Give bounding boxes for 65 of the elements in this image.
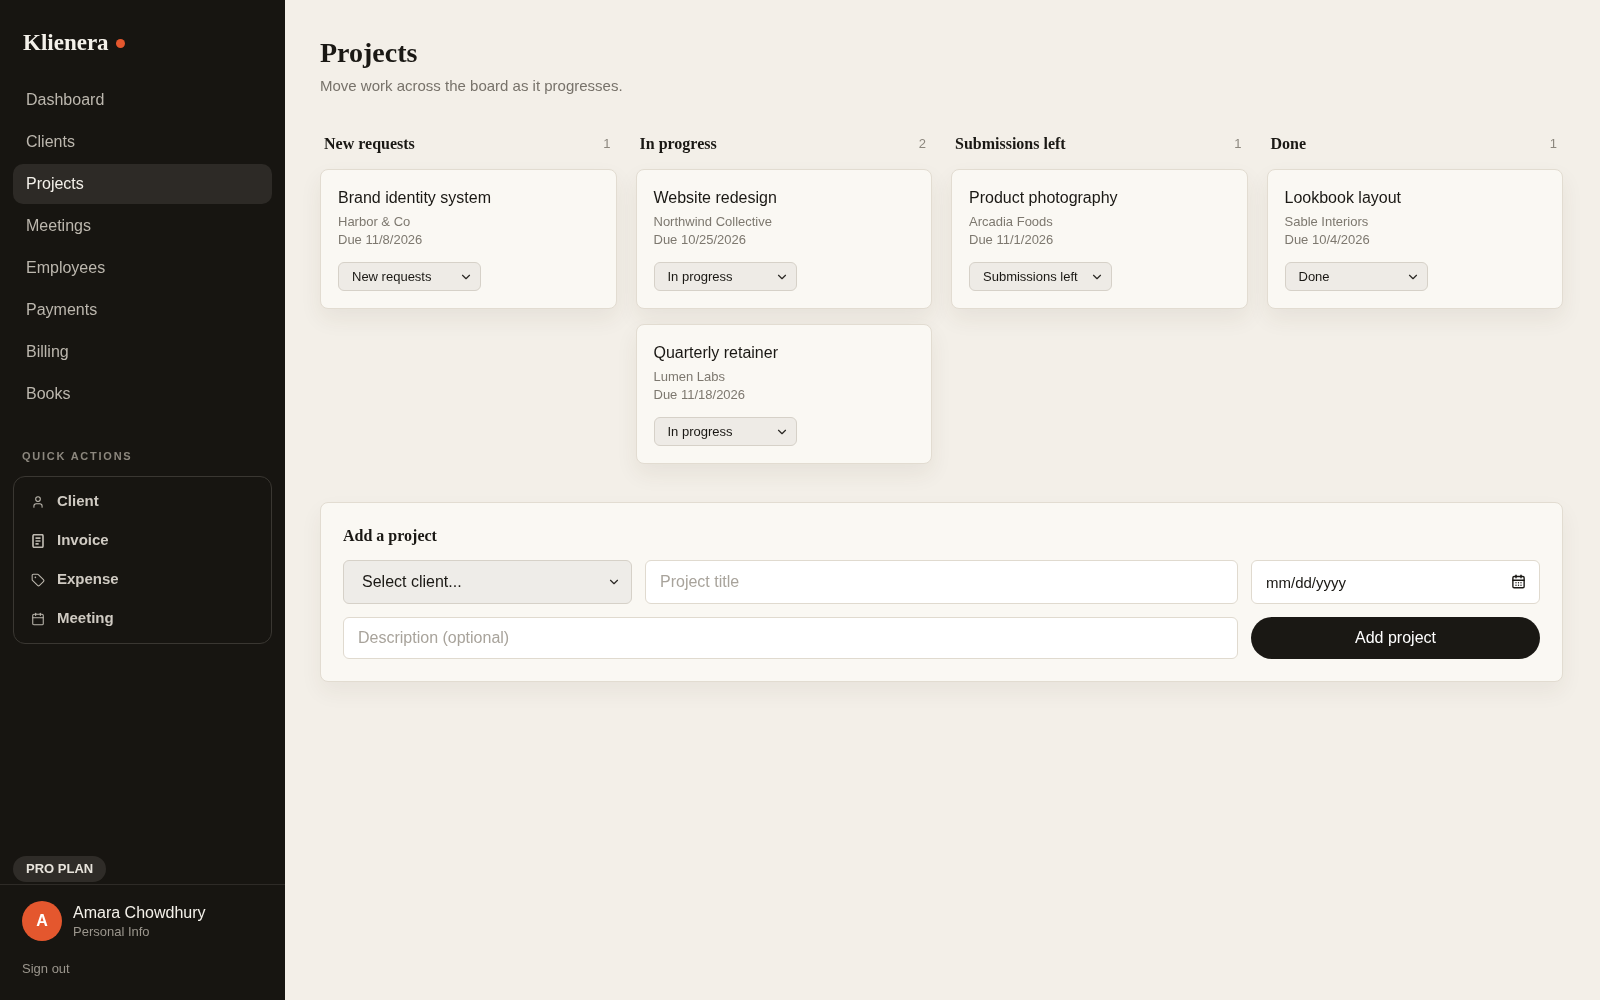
card-client: Northwind Collective bbox=[653, 213, 772, 231]
sidebar-nav-item[interactable]: Meetings bbox=[13, 206, 272, 246]
sidebar-nav-item[interactable]: Projects bbox=[13, 164, 272, 204]
avatar: A bbox=[22, 901, 62, 941]
card-client: Sable Interiors bbox=[1284, 213, 1369, 231]
card-due-date: Due 11/1/2026 bbox=[969, 231, 1054, 249]
project-card[interactable]: Website redesign Northwind Collective Due 10/25/2026 In progress bbox=[635, 169, 932, 309]
card-client: Arcadia Foods bbox=[969, 213, 1053, 231]
sidebar-nav-item[interactable]: Dashboard bbox=[13, 80, 272, 120]
sidebar-nav-item[interactable]: Books bbox=[13, 374, 272, 414]
card-due-date: Due 10/4/2026 bbox=[1284, 231, 1370, 249]
quick-action-item[interactable]: Expense bbox=[14, 560, 271, 599]
description-field[interactable]: Description (optional) bbox=[343, 617, 1238, 659]
project-title-field[interactable]: Project title bbox=[645, 560, 1238, 604]
card-title: Quarterly retainer bbox=[653, 343, 778, 363]
page-subtitle: Move work across the board as it progresses. bbox=[320, 76, 623, 96]
project-card[interactable]: Brand identity system Harbor & Co Due 11/8/2026 New requests bbox=[320, 169, 617, 309]
form-title: Add a project bbox=[343, 526, 437, 547]
column-title: New requests bbox=[324, 134, 415, 155]
card-due-date: Due 11/8/2026 bbox=[338, 231, 423, 249]
column-title: Done bbox=[1270, 134, 1307, 154]
user-subtitle[interactable]: Personal Info bbox=[73, 922, 150, 941]
status-select[interactable]: In progress bbox=[653, 417, 797, 446]
project-card[interactable]: Lookbook layout Sable Interiors Due 10/4/2026 Done bbox=[1266, 169, 1563, 309]
sign-out-link[interactable]: Sign out bbox=[22, 960, 70, 978]
person-icon bbox=[31, 494, 45, 509]
card-due-date: Due 11/18/2026 bbox=[653, 386, 746, 404]
card-title: Product photography bbox=[969, 188, 1118, 208]
add-project-button[interactable]: Add project bbox=[1251, 617, 1540, 659]
date-field[interactable]: mm/dd/yyyy bbox=[1251, 560, 1540, 604]
column-count: 1 bbox=[603, 135, 611, 154]
column-count: 2 bbox=[918, 135, 926, 154]
quick-action-item[interactable]: Invoice bbox=[14, 521, 271, 560]
page-title: Projects bbox=[320, 36, 418, 70]
sidebar-nav-item[interactable]: Billing bbox=[13, 332, 272, 372]
sidebar-nav-item[interactable]: Clients bbox=[13, 122, 272, 162]
client-select[interactable]: Select client... bbox=[343, 560, 632, 604]
status-select[interactable]: Submissions left bbox=[969, 262, 1112, 291]
card-title: Website redesign bbox=[653, 188, 777, 208]
calendar-icon bbox=[31, 611, 45, 626]
sidebar-nav-item[interactable]: Employees bbox=[13, 248, 272, 288]
status-select[interactable]: In progress bbox=[653, 262, 797, 291]
document-icon bbox=[31, 533, 45, 548]
quick-action-item[interactable]: Meeting bbox=[14, 599, 271, 638]
project-card[interactable]: Product photography Arcadia Foods Due 11/1/2026 Submissions left bbox=[951, 169, 1248, 309]
card-due-date: Due 10/25/2026 bbox=[653, 231, 747, 249]
sidebar-nav-item[interactable]: Payments bbox=[13, 290, 272, 330]
status-select[interactable]: Done bbox=[1284, 262, 1428, 291]
card-client: Lumen Labs bbox=[653, 368, 726, 386]
app-logo[interactable]: Klienera bbox=[23, 28, 109, 58]
project-card[interactable]: Quarterly retainer Lumen Labs Due 11/18/2026 In progress bbox=[635, 324, 932, 464]
column-title: In progress bbox=[639, 134, 717, 155]
card-title: Lookbook layout bbox=[1284, 188, 1402, 208]
tag-icon bbox=[31, 572, 45, 587]
plan-badge: PRO PLAN bbox=[13, 856, 107, 882]
user-name: Amara Chowdhury bbox=[73, 902, 206, 923]
section-label: QUICK ACTIONS bbox=[22, 450, 133, 462]
card-client: Harbor & Co bbox=[338, 213, 411, 231]
column-title: Submissions left bbox=[955, 134, 1066, 154]
column-count: 1 bbox=[1549, 135, 1557, 154]
column-count: 1 bbox=[1234, 135, 1242, 154]
quick-action-item[interactable]: Client bbox=[14, 482, 271, 521]
calendar-icon[interactable] bbox=[1511, 574, 1526, 589]
card-title: Brand identity system bbox=[338, 188, 491, 208]
status-select[interactable]: New requests bbox=[338, 262, 481, 291]
